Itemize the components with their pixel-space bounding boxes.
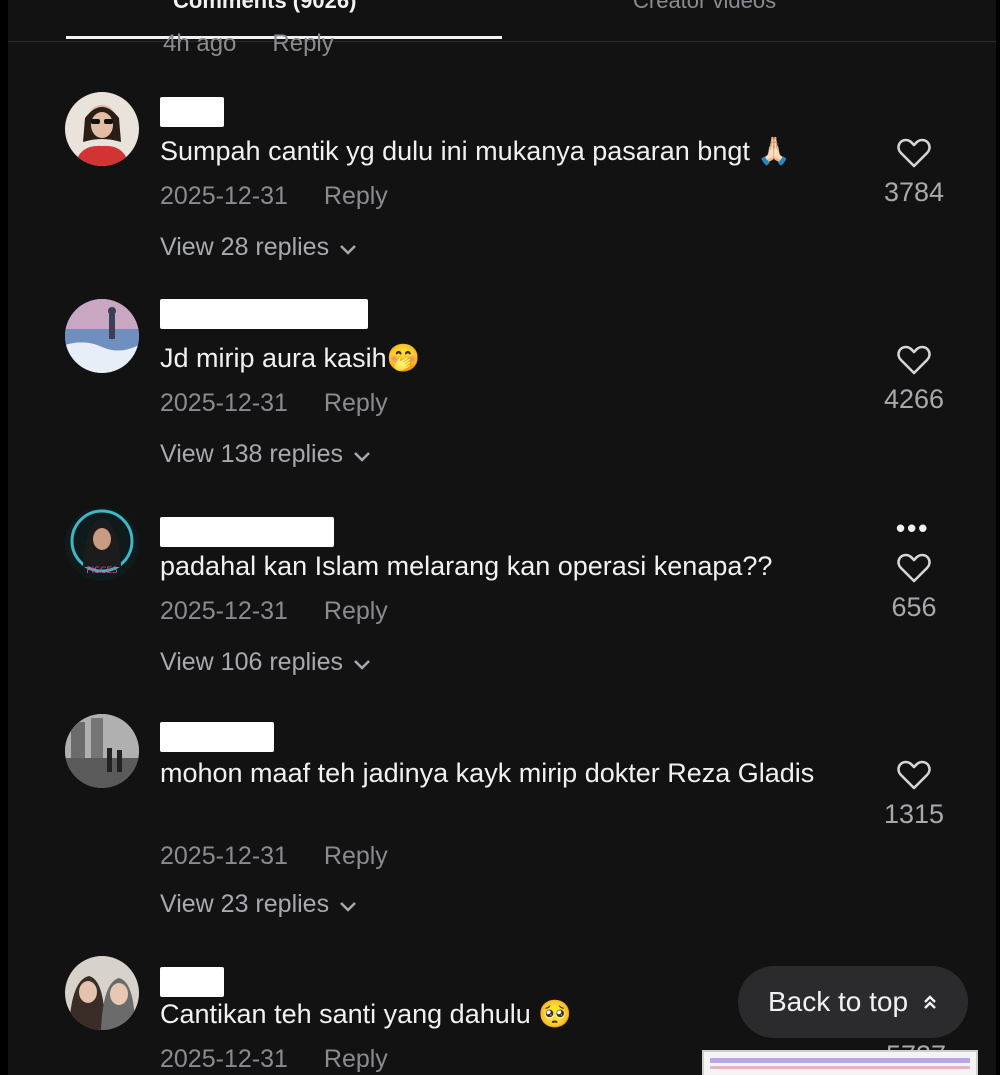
comment-meta: 2025-12-31 Reply — [160, 597, 388, 626]
username-redacted[interactable] — [160, 517, 334, 547]
comment-text: mohon maaf teh jadinya kayk mirip dokter… — [160, 758, 815, 788]
more-options-icon[interactable]: ••• — [896, 513, 929, 544]
like-button[interactable]: 4266 — [869, 345, 959, 415]
comment-date: 2025-12-31 — [160, 597, 288, 625]
comment-date: 2025-12-31 — [160, 182, 288, 210]
tab-comments[interactable]: Comments (9026) — [173, 0, 356, 14]
comment-date: 2025-12-31 — [160, 389, 288, 417]
comment-text: padahal kan Islam melarang kan operasi k… — [160, 551, 773, 581]
like-count: 4266 — [883, 384, 945, 414]
view-replies-button[interactable]: View 138 replies — [160, 440, 371, 470]
screen: Comments (9026) Creator videos 4h ago Rep… — [0, 0, 1000, 1075]
view-replies-label: View 106 replies — [160, 648, 343, 676]
like-count: 1315 — [883, 799, 945, 829]
username-redacted[interactable] — [160, 299, 368, 329]
username-redacted[interactable] — [160, 97, 224, 127]
chevron-down-icon — [353, 441, 371, 470]
username-redacted[interactable] — [160, 967, 224, 997]
like-count: 656 — [891, 592, 937, 622]
chevron-down-icon — [339, 234, 357, 263]
previous-comment-meta: 4h ago Reply — [163, 30, 334, 58]
comments-panel: Comments (9026) Creator videos 4h ago Rep… — [8, 0, 996, 1075]
double-chevron-up-icon — [922, 986, 938, 1018]
chevron-down-icon — [339, 891, 357, 920]
like-count: 3784 — [883, 177, 945, 207]
like-button[interactable]: 656 — [869, 553, 959, 623]
tab-creator-videos[interactable]: Creator videos — [633, 0, 776, 14]
like-button[interactable]: 1315 — [869, 760, 959, 830]
reply-button[interactable]: Reply — [324, 389, 388, 417]
svg-text:PISCES: PISCES — [86, 566, 118, 576]
view-replies-button[interactable]: View 23 replies — [160, 890, 357, 920]
username-redacted[interactable] — [160, 722, 274, 752]
reply-button[interactable]: Reply — [272, 30, 333, 57]
avatar[interactable] — [65, 92, 139, 166]
chevron-down-icon — [353, 649, 371, 678]
avatar[interactable] — [65, 956, 139, 1030]
back-to-top-button[interactable]: Back to top — [738, 966, 968, 1038]
comment-meta: 2025-12-31 Reply — [160, 182, 388, 211]
heart-icon — [869, 345, 959, 380]
comment-date: 2025-12-31 — [160, 1045, 288, 1073]
comment-meta: 2025-12-31 Reply — [160, 1045, 388, 1074]
view-replies-label: View 138 replies — [160, 440, 343, 468]
view-replies-label: View 23 replies — [160, 890, 330, 918]
screenshot-thumbnail[interactable] — [702, 1050, 978, 1075]
view-replies-button[interactable]: View 28 replies — [160, 233, 357, 263]
comment-meta: 2025-12-31 Reply — [160, 389, 388, 418]
heart-icon — [869, 553, 959, 588]
comment-text: Sumpah cantik yg dulu ini mukanya pasara… — [160, 136, 791, 166]
heart-icon — [869, 760, 959, 795]
heart-icon — [869, 138, 959, 173]
view-replies-button[interactable]: View 106 replies — [160, 648, 371, 678]
reply-button[interactable]: Reply — [324, 842, 388, 870]
like-button[interactable]: 3784 — [869, 138, 959, 208]
avatar[interactable] — [65, 299, 139, 373]
view-replies-label: View 28 replies — [160, 233, 330, 261]
avatar[interactable]: PISCES — [65, 507, 139, 581]
reply-button[interactable]: Reply — [324, 182, 388, 210]
comment-date: 2025-12-31 — [160, 842, 288, 870]
tab-bar: Comments (9026) Creator videos — [8, 0, 996, 42]
comment-text: Jd mirip aura kasih🤭 — [160, 343, 421, 373]
comment-meta: 2025-12-31 Reply — [160, 842, 388, 871]
thumbnail-stripe — [710, 1058, 970, 1063]
comment-time: 4h ago — [163, 30, 237, 57]
reply-button[interactable]: Reply — [324, 1045, 388, 1073]
avatar[interactable] — [65, 714, 139, 788]
thumbnail-stripe — [710, 1066, 970, 1069]
back-to-top-label: Back to top — [767, 986, 909, 1017]
reply-button[interactable]: Reply — [324, 597, 388, 625]
